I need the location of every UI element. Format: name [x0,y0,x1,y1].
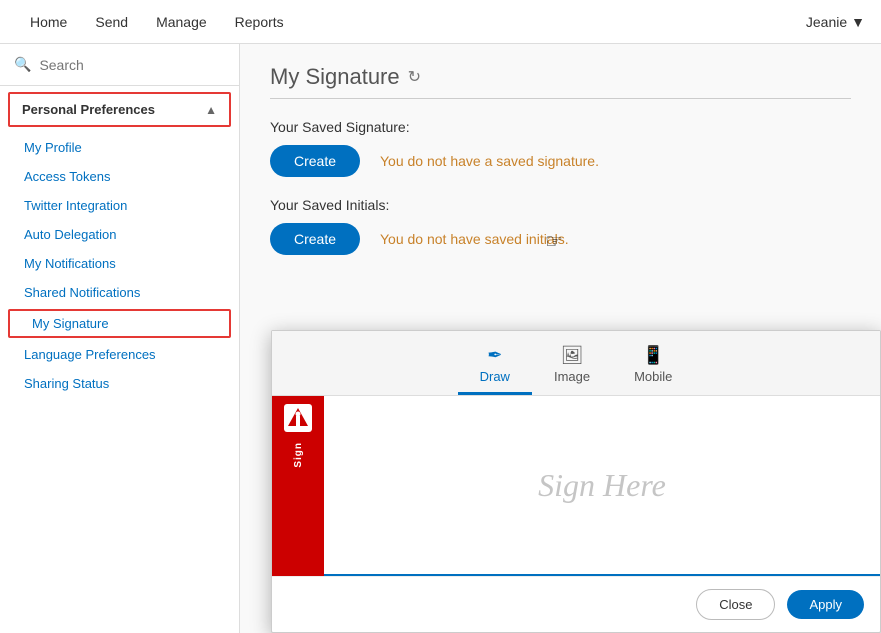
sidebar-item-shared-notifications[interactable]: Shared Notifications [0,278,239,307]
sidebar: 🔍 Personal Preferences ▲ My Profile Acce… [0,44,240,633]
image-icon: 🖼 [561,345,584,366]
page-title: My Signature ↻ [270,64,851,90]
nav-home[interactable]: Home [16,0,81,44]
mobile-icon: 📱 [642,345,664,366]
sidebar-item-my-profile[interactable]: My Profile [0,133,239,162]
tab-draw[interactable]: ✒ Draw [458,339,532,395]
nav-reports[interactable]: Reports [221,0,298,44]
sidebar-item-auto-delegation[interactable]: Auto Delegation [0,220,239,249]
no-signature-text: You do not have a saved signature. [380,153,599,169]
sidebar-item-my-signature[interactable]: My Signature [8,309,231,338]
saved-signature-label: Your Saved Signature: [270,119,851,135]
signature-row: Create You do not have a saved signature… [270,145,851,177]
title-divider [270,98,851,99]
top-nav: Home Send Manage Reports Jeanie ▼ [0,0,881,44]
tab-mobile[interactable]: 📱 Mobile [612,339,694,395]
create-signature-button[interactable]: Create [270,145,360,177]
search-input[interactable] [39,57,225,73]
dialog-body: Sign Sign Here [272,396,880,576]
saved-initials-label: Your Saved Initials: [270,197,851,213]
close-button[interactable]: Close [696,589,775,620]
sign-banner-text: Sign [293,442,304,468]
dialog-tabs: ✒ Draw 🖼 Image 📱 Mobile [272,331,880,396]
draw-icon: ✒ [487,345,502,366]
personal-preferences-section: Personal Preferences ▲ [8,92,231,127]
banner-arrow-icon [272,532,324,554]
create-initials-button[interactable]: Create [270,223,360,255]
sidebar-item-my-notifications[interactable]: My Notifications [0,249,239,278]
no-initials-text: You do not have saved initials. [380,231,569,247]
nav-send[interactable]: Send [81,0,142,44]
section-header[interactable]: Personal Preferences ▲ [10,94,229,125]
sign-area[interactable]: Sign Here [324,396,880,576]
sign-banner-content: Sign [284,396,312,468]
search-icon: 🔍 [14,56,31,73]
tab-image[interactable]: 🖼 Image [532,339,612,395]
content-area: My Signature ↻ Your Saved Signature: Cre… [240,44,881,633]
user-menu[interactable]: Jeanie ▼ [806,14,865,30]
main-layout: 🔍 Personal Preferences ▲ My Profile Acce… [0,44,881,633]
tab-image-label: Image [554,369,590,384]
sidebar-item-access-tokens[interactable]: Access Tokens [0,162,239,191]
search-box: 🔍 [0,44,239,86]
refresh-icon[interactable]: ↻ [408,67,421,87]
sidebar-item-twitter[interactable]: Twitter Integration [0,191,239,220]
sidebar-item-sharing-status[interactable]: Sharing Status [0,369,239,398]
sidebar-item-language-preferences[interactable]: Language Preferences [0,340,239,369]
tab-mobile-label: Mobile [634,369,672,384]
section-label: Personal Preferences [22,102,155,117]
acrobat-logo-icon [284,404,312,438]
nav-manage[interactable]: Manage [142,0,221,44]
tab-draw-label: Draw [480,369,510,384]
initials-row: Create You do not have saved initials. [270,223,851,255]
dialog-footer: Close Apply [272,576,880,632]
user-name: Jeanie [806,14,847,30]
sign-here-text: Sign Here [538,467,666,504]
user-chevron-icon: ▼ [851,14,865,30]
sign-banner: Sign [272,396,324,576]
section-chevron-icon: ▲ [205,103,217,117]
signature-dialog: ✒ Draw 🖼 Image 📱 Mobile [271,330,881,633]
apply-button[interactable]: Apply [787,590,864,619]
